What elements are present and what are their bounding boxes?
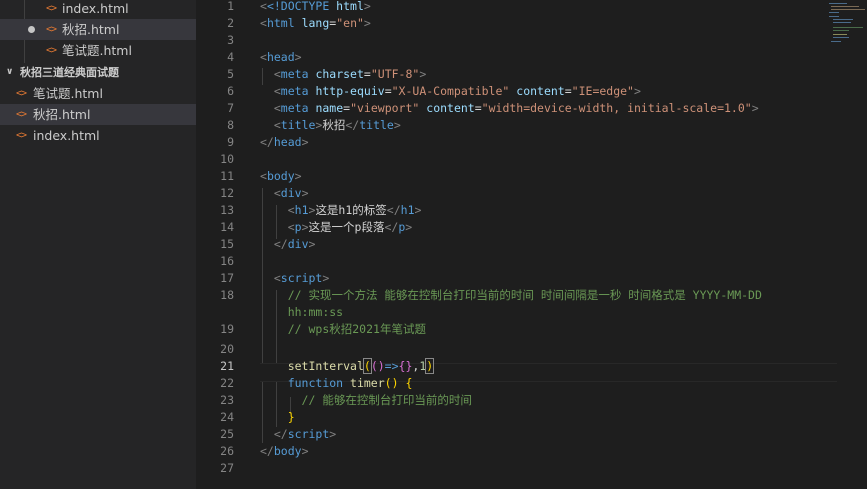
line-number: 1: [227, 0, 234, 13]
line-number: 8: [227, 118, 234, 132]
unsaved-dot-icon: [28, 26, 35, 33]
code-line-8: <title>秋招</title>: [273, 118, 401, 132]
line-number: 10: [220, 152, 234, 166]
line-number: 18: [220, 288, 234, 302]
line-number: 13: [220, 203, 234, 217]
code-line-6: <meta http-equiv="X-UA-Compatible" conte…: [273, 84, 641, 98]
minimap[interactable]: [827, 0, 867, 60]
open-file-index[interactable]: <> index.html: [0, 0, 196, 19]
code-line-12: <div>: [273, 186, 309, 200]
html-file-icon: <>: [16, 130, 27, 141]
line-number: 12: [220, 186, 234, 200]
code-line-7: <meta name="viewport" content="width=dev…: [273, 101, 759, 115]
code-line-25: </script>: [273, 427, 337, 441]
line-number: 27: [220, 461, 234, 475]
code-line-15: </div>: [273, 237, 316, 251]
line-number-gutter: 1 2 3 4 5 6 7 8 9 10 11 12 13 14 15 16 17 18 19 20 21 22 23 24 2…: [196, 0, 236, 489]
file-label: 笔试题.html: [33, 86, 103, 101]
code-editor[interactable]: 1 2 3 4 5 6 7 8 9 10 11 12 13 14 15 16 17 18 19 20 21 22 23 24 2…: [196, 0, 867, 489]
line-number: 5: [227, 67, 234, 81]
code-line-5: <meta charset="UTF-8">: [273, 67, 427, 81]
code-line-14: <p>这是一个p段落</p>: [287, 220, 413, 234]
html-file-icon: <>: [46, 24, 57, 35]
folder-label: 秋招三道经典面试题: [20, 66, 119, 79]
open-file-qiuzhao[interactable]: <> 秋招.html: [0, 19, 196, 40]
line-number: 2: [227, 16, 234, 30]
code-line-26: </body>: [260, 444, 309, 458]
line-number: 24: [220, 410, 234, 424]
open-file-bishiti[interactable]: <> 笔试题.html: [0, 40, 196, 61]
explorer-sidebar: <> index.html <> 秋招.html <> 笔试题.html ∨ 秋…: [0, 0, 196, 489]
folder-file-index[interactable]: <> index.html: [0, 125, 196, 146]
code-line-18: // 实现一个方法 能够在控制台打印当前的时间 时间间隔是一秒 时间格式是 YY…: [287, 288, 762, 302]
line-number: 19: [220, 322, 234, 336]
line-number: 16: [220, 254, 234, 268]
file-label: 秋招.html: [33, 107, 91, 122]
file-label: 笔试题.html: [62, 43, 132, 58]
line-number: 7: [227, 101, 234, 115]
code-line-19: // wps秋招2021年笔试题: [287, 322, 426, 336]
code-line-13: <h1>这是h1的标签</h1>: [287, 203, 422, 217]
html-file-icon: <>: [46, 45, 57, 56]
file-label: 秋招.html: [62, 22, 120, 37]
folder-file-bishiti[interactable]: <> 笔试题.html: [0, 83, 196, 104]
line-number: 4: [227, 50, 234, 64]
code-area[interactable]: <<!DOCTYPE html> <html lang="en"> <head>…: [260, 0, 867, 489]
html-file-icon: <>: [46, 3, 57, 14]
code-line-22: function timer() {: [287, 376, 413, 390]
code-line-9: </head>: [260, 135, 309, 149]
code-line-21: setInterval(()=>{},1): [287, 358, 435, 374]
code-line-18-wrap: hh:mm:ss: [287, 305, 344, 319]
code-line-23: // 能够在控制台打印当前的时间: [301, 393, 472, 407]
file-label: index.html: [33, 128, 100, 143]
line-number: 25: [220, 427, 234, 441]
line-number: 11: [220, 169, 234, 183]
line-number: [196, 304, 234, 321]
line-number: 20: [220, 342, 234, 356]
vscode-window: <> index.html <> 秋招.html <> 笔试题.html ∨ 秋…: [0, 0, 867, 489]
line-number: 14: [220, 220, 234, 234]
line-number: 22: [220, 376, 234, 390]
code-line-11: <body>: [260, 169, 302, 183]
line-number: 17: [220, 271, 234, 285]
html-file-icon: <>: [16, 109, 27, 120]
line-number: 15: [220, 237, 234, 251]
code-line-17: <script>: [273, 271, 330, 285]
folder-file-qiuzhao[interactable]: <> 秋招.html: [0, 104, 196, 125]
code-line-2: <html lang="en">: [260, 16, 371, 30]
code-line-1: <<!DOCTYPE html>: [260, 0, 371, 13]
line-number: 26: [220, 444, 234, 458]
code-line-4: <head>: [260, 50, 302, 64]
line-number: 21: [220, 359, 234, 373]
html-file-icon: <>: [16, 88, 27, 99]
file-label: index.html: [62, 1, 129, 16]
line-number: 3: [227, 33, 234, 47]
line-number: 6: [227, 84, 234, 98]
line-number: 9: [227, 135, 234, 149]
folder-qiuzhao-interview[interactable]: ∨ 秋招三道经典面试题: [0, 62, 196, 83]
code-line-24: }: [287, 410, 295, 424]
chevron-down-icon: ∨: [6, 67, 14, 77]
line-number: 23: [220, 393, 234, 407]
